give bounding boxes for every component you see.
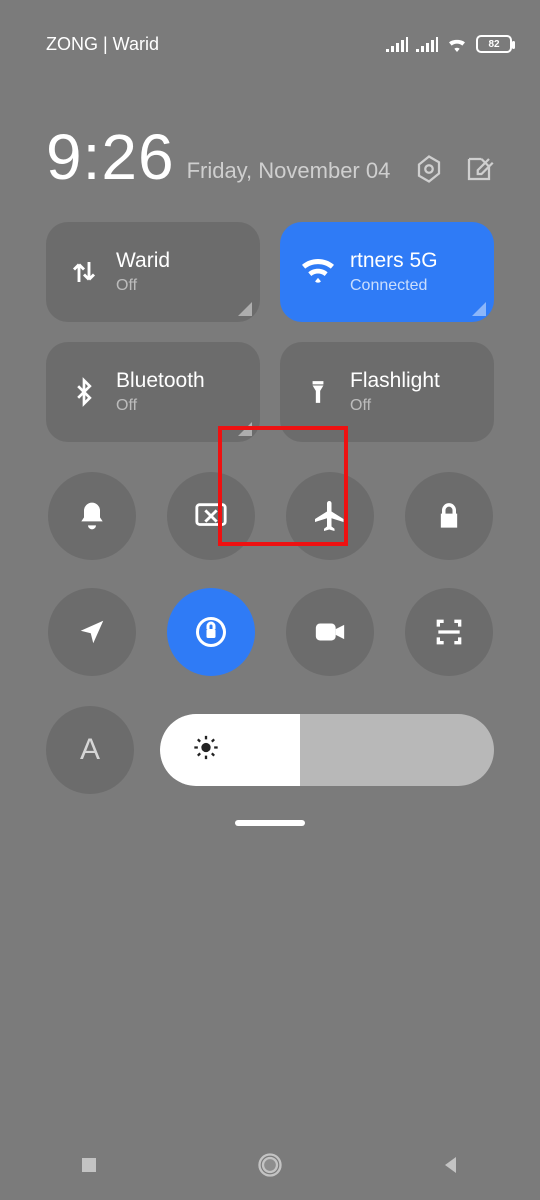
tile-sub: Off <box>350 397 440 415</box>
tile-sub: Off <box>116 397 205 415</box>
status-bar: ZONG | Warid 82 <box>0 0 540 70</box>
screen-record-toggle[interactable] <box>286 588 374 676</box>
scanner-toggle[interactable] <box>405 588 493 676</box>
status-icons: 82 <box>386 35 512 53</box>
battery-icon: 82 <box>476 35 512 53</box>
expand-corner[interactable] <box>472 302 486 316</box>
expand-corner[interactable] <box>238 422 252 436</box>
data-icon <box>62 257 106 287</box>
date: Friday, November 04 <box>187 158 391 194</box>
location-icon <box>77 617 107 647</box>
tile-title: Bluetooth <box>116 369 205 393</box>
sun-icon <box>192 734 220 767</box>
mute-toggle[interactable] <box>48 472 136 560</box>
wifi-icon <box>296 256 340 288</box>
auto-brightness-toggle[interactable]: A <box>46 706 134 794</box>
tile-sub: Connected <box>350 277 438 295</box>
battery-percent: 82 <box>488 39 499 50</box>
carrier-label: ZONG | Warid <box>46 34 159 55</box>
nav-bar <box>0 1130 540 1200</box>
brightness-fill <box>160 714 300 786</box>
lock-toggle[interactable] <box>405 472 493 560</box>
signal-icon-2 <box>416 36 438 52</box>
tile-sub: Off <box>116 277 170 295</box>
rotation-lock-toggle[interactable] <box>167 588 255 676</box>
flashlight-icon <box>296 376 340 408</box>
wifi-tile[interactable]: rtners 5G Connected <box>280 222 494 322</box>
auto-brightness-label: A <box>80 733 100 767</box>
edit-icon[interactable] <box>464 154 494 184</box>
airplane-toggle[interactable] <box>286 472 374 560</box>
home-button[interactable] <box>256 1151 284 1179</box>
bluetooth-tile[interactable]: Bluetooth Off <box>46 342 260 442</box>
wifi-status-icon <box>446 36 468 52</box>
location-toggle[interactable] <box>48 588 136 676</box>
expand-corner[interactable] <box>238 302 252 316</box>
panel-handle[interactable] <box>235 820 305 826</box>
signal-icon <box>386 36 408 52</box>
lock-icon <box>435 500 463 532</box>
tile-title: Flashlight <box>350 369 440 393</box>
bell-icon <box>76 500 108 532</box>
camera-icon <box>313 619 347 645</box>
scan-icon <box>433 616 465 648</box>
flashlight-tile[interactable]: Flashlight Off <box>280 342 494 442</box>
settings-icon[interactable] <box>414 154 444 184</box>
mobile-data-tile[interactable]: Warid Off <box>46 222 260 322</box>
screenshot-icon <box>194 501 228 531</box>
screenshot-toggle[interactable] <box>167 472 255 560</box>
airplane-icon <box>312 498 348 534</box>
recents-button[interactable] <box>77 1153 101 1177</box>
brightness-slider[interactable] <box>160 714 494 786</box>
tile-title: Warid <box>116 249 170 273</box>
tile-title: rtners 5G <box>350 249 438 273</box>
time: 9:26 <box>46 120 175 194</box>
back-button[interactable] <box>439 1153 463 1177</box>
rotation-lock-icon <box>193 614 229 650</box>
bluetooth-icon <box>62 376 106 408</box>
clock-row: 9:26 Friday, November 04 <box>0 70 540 204</box>
